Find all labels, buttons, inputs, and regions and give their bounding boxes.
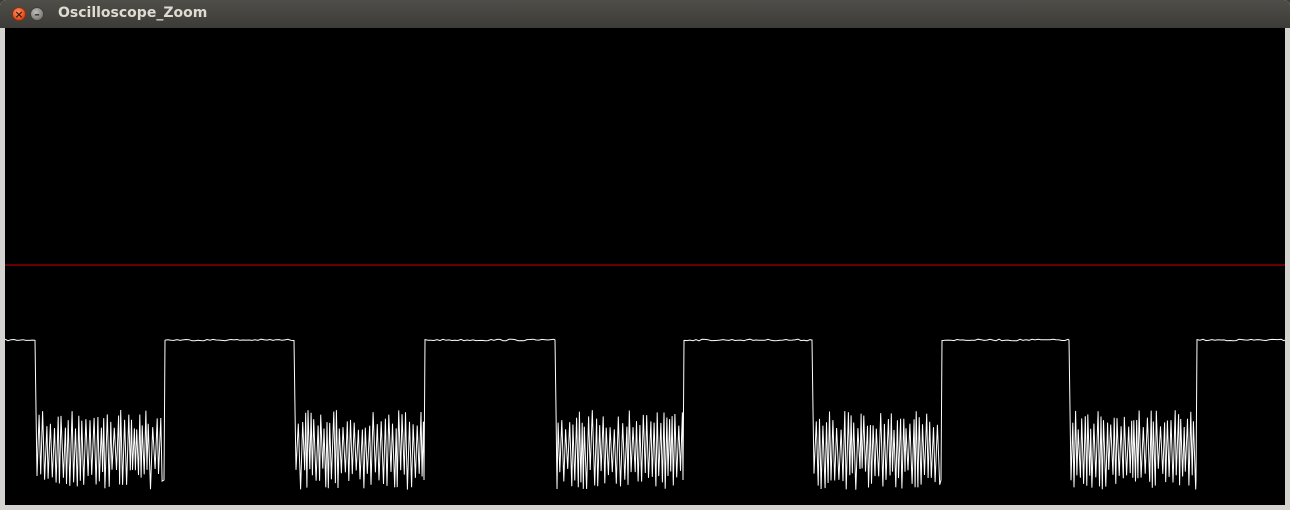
title-bar[interactable]: × – Oscilloscope_Zoom	[0, 0, 1290, 28]
close-icon[interactable]: ×	[12, 7, 26, 21]
oscilloscope-plot[interactable]	[5, 28, 1285, 505]
oscilloscope-canvas	[5, 264, 1285, 490]
app-window: × – Oscilloscope_Zoom	[0, 0, 1290, 510]
minimize-icon[interactable]: –	[30, 7, 44, 21]
signal-trace	[5, 338, 1285, 490]
window-title: Oscilloscope_Zoom	[58, 5, 208, 21]
